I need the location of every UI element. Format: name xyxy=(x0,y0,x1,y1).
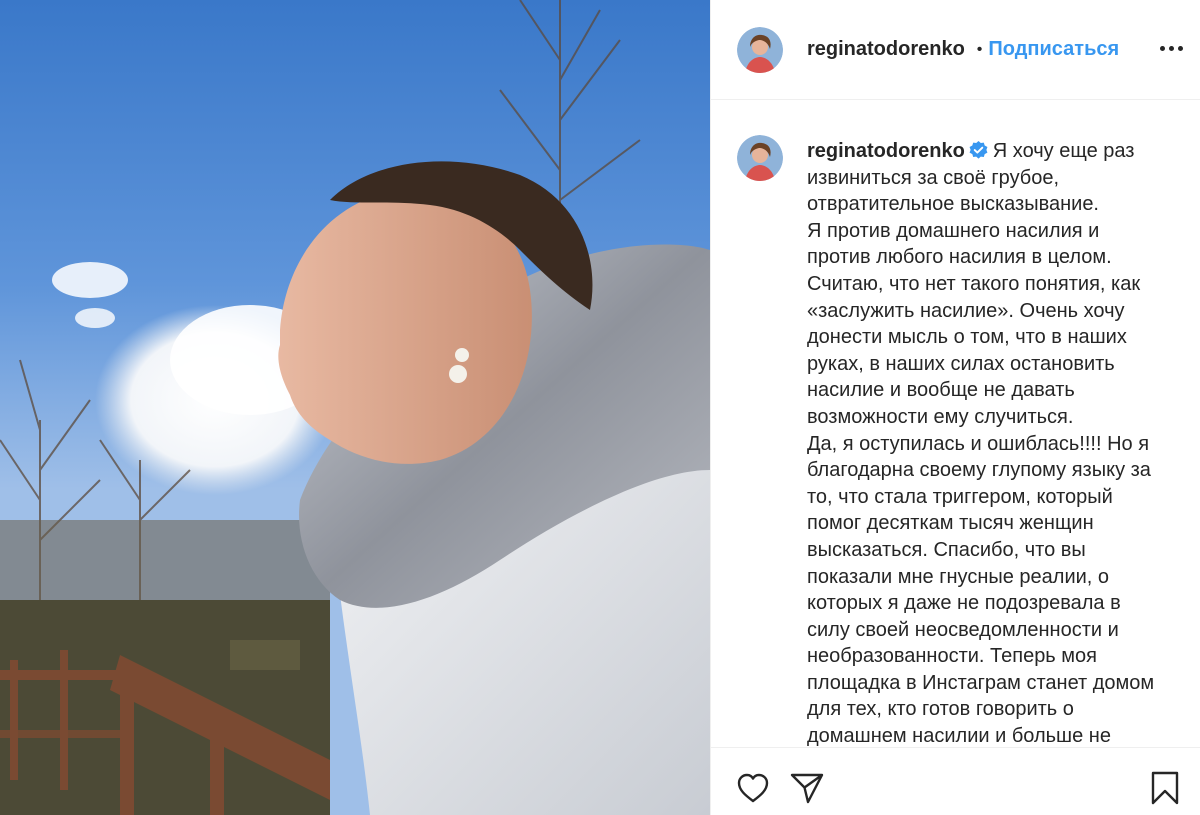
caption-line: возможности ему случиться. xyxy=(807,405,1074,428)
caption-line: силу своей неосведомленности и xyxy=(807,618,1119,641)
caption-text: reginatodorenko Я хочу еще раз извиниться… xyxy=(807,138,1187,747)
avatar-image xyxy=(737,26,783,73)
caption-line: то, что стала триггером, который xyxy=(807,485,1113,508)
comments-area[interactable]: reginatodorenko Я хочу еще раз извиниться… xyxy=(711,101,1200,747)
caption-line: донести мысль о том, что в наших xyxy=(807,326,1127,349)
caption-line: которых я даже не подозревала в xyxy=(807,592,1121,615)
caption-line: домашнем насилии и больше не xyxy=(807,725,1111,747)
avatar-image xyxy=(737,135,783,181)
caption-line: насилие и вообще не давать xyxy=(807,379,1075,402)
caption-avatar[interactable] xyxy=(737,135,783,181)
paper-plane-icon-svg xyxy=(790,773,824,804)
post-header: reginatodorenko • Подписаться xyxy=(711,0,1200,100)
follow-button[interactable]: Подписаться xyxy=(988,38,1119,61)
caption-line: reginatodorenko Я хочу еще раз xyxy=(807,138,1187,165)
heart-icon-svg xyxy=(737,773,769,803)
caption-line-text: Я хочу еще раз xyxy=(992,140,1135,162)
caption-line: отвратительное высказывание. xyxy=(807,193,1099,216)
more-options-icon[interactable] xyxy=(1157,38,1185,58)
caption-line: благодарна своему глупому языку за xyxy=(807,459,1151,482)
header-username[interactable]: reginatodorenko xyxy=(807,38,965,61)
more-dot xyxy=(1177,45,1183,51)
bookmark-icon[interactable] xyxy=(1147,770,1183,806)
post-photo[interactable] xyxy=(0,0,710,815)
caption-line: против любого насилия в целом. xyxy=(807,246,1112,269)
more-dot xyxy=(1159,45,1165,51)
instagram-post: reginatodorenko • Подписаться reginatodo… xyxy=(0,0,1200,815)
caption-username[interactable]: reginatodorenko xyxy=(807,140,965,162)
caption-line: Считаю, что нет такого понятия, как xyxy=(807,272,1141,295)
more-dot xyxy=(1168,45,1174,51)
caption-line: для тех, кто готов говорить о xyxy=(807,698,1074,721)
caption-line: извиниться за своё грубое, xyxy=(807,166,1060,189)
separator-dot: • xyxy=(976,40,983,58)
photo-illustration xyxy=(0,0,710,815)
caption-line: «заслужить насилие». Очень хочу xyxy=(807,299,1125,322)
post-side-panel: reginatodorenko • Подписаться reginatodo… xyxy=(710,0,1200,815)
action-bar xyxy=(711,747,1200,815)
caption-line: высказаться. Спасибо, что вы xyxy=(807,538,1086,561)
paper-plane-icon[interactable] xyxy=(789,770,825,806)
avatar[interactable] xyxy=(737,26,783,73)
bookmark-icon-svg xyxy=(1151,771,1179,805)
caption-line: необразованности. Теперь моя xyxy=(807,645,1097,668)
verified-badge-icon xyxy=(969,141,988,159)
caption-line: Да, я оступилась и ошиблась!!!! Но я xyxy=(807,432,1150,455)
caption-line: помог десяткам тысяч женщин xyxy=(807,512,1094,535)
caption-line: руках, в наших силах остановить xyxy=(807,352,1115,375)
caption-line: Я против домашнего насилия и xyxy=(807,219,1100,242)
caption-line: показали мне гнусные реалии, о xyxy=(807,565,1110,588)
caption: reginatodorenko Я хочу еще раз извиниться… xyxy=(737,135,1197,747)
caption-line: площадка в Инстаграм станет домом xyxy=(807,671,1155,694)
heart-icon[interactable] xyxy=(735,770,771,806)
